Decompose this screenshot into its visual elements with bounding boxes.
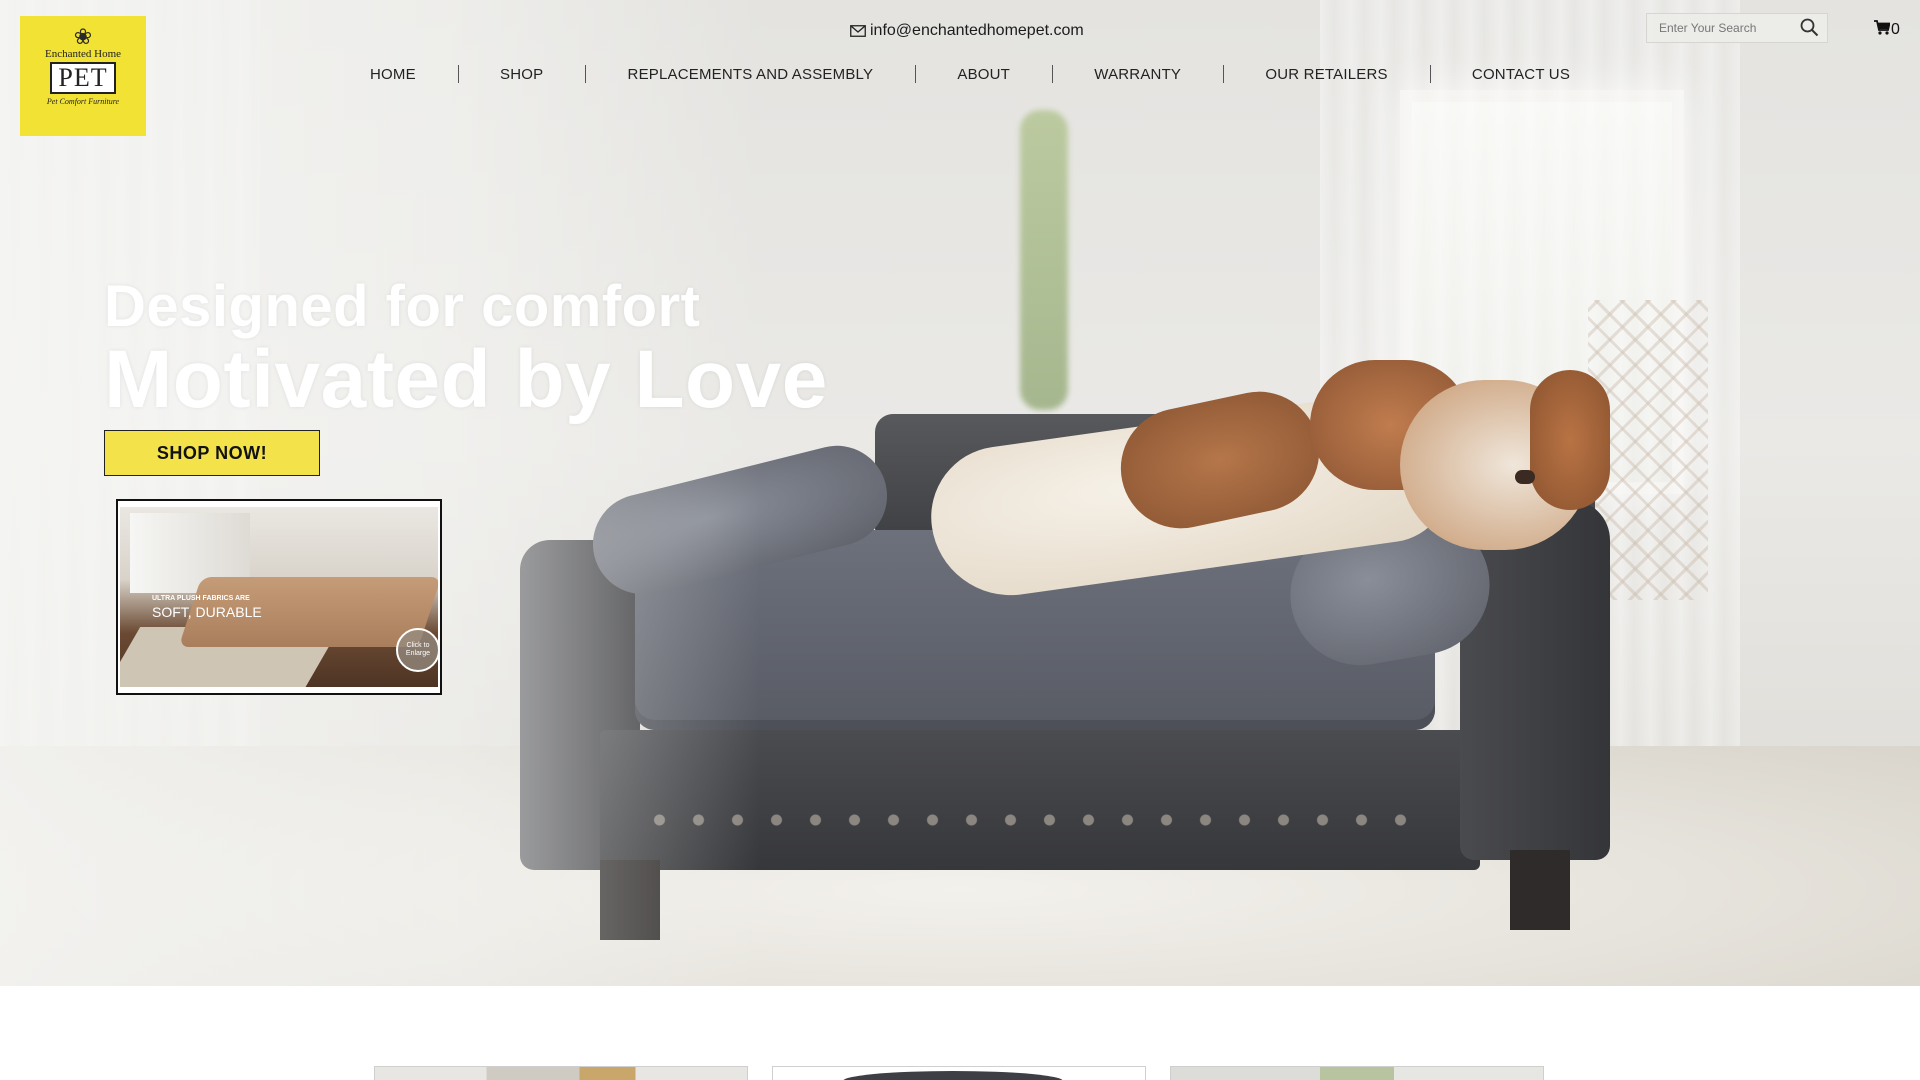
product-image	[843, 1071, 1063, 1080]
logo-brand: PET	[50, 62, 116, 94]
dog-ear	[1530, 370, 1610, 510]
hero-headline-2: Motivated by Love	[104, 334, 828, 425]
nav-item-shop[interactable]: SHOP	[500, 66, 543, 83]
lotus-icon: ❀	[73, 24, 93, 49]
product-card[interactable]	[1170, 1066, 1544, 1080]
nav-item-home[interactable]: HOME	[370, 66, 416, 83]
hero-banner	[0, 0, 1920, 986]
shop-now-button[interactable]: SHOP NOW!	[104, 430, 320, 476]
search-box	[1646, 13, 1828, 43]
video-caption-1: ULTRA PLUSH FABRICS ARE	[152, 595, 250, 602]
cart-button[interactable]: 0	[1874, 19, 1900, 41]
enlarge-button[interactable]: Click to Enlarge	[396, 628, 440, 672]
nav-item-contact[interactable]: CONTACT US	[1472, 66, 1570, 83]
sofa-leg	[1510, 850, 1570, 930]
logo-card: ❀ Enchanted Home PET Pet Comfort Furnitu…	[34, 26, 132, 126]
nav-item-replacements[interactable]: REPLACEMENTS AND ASSEMBLY	[628, 66, 874, 83]
product-card[interactable]	[772, 1066, 1146, 1080]
dog-image	[922, 360, 1630, 630]
site-logo[interactable]: ❀ Enchanted Home PET Pet Comfort Furnitu…	[20, 16, 146, 136]
video-caption-2: SOFT, DURABLE	[152, 604, 262, 620]
cart-icon	[1874, 20, 1891, 40]
hero-overlay	[0, 0, 760, 986]
nav-item-about[interactable]: ABOUT	[957, 66, 1010, 83]
envelope-icon	[850, 25, 866, 37]
search-input[interactable]	[1647, 21, 1811, 35]
video-thumbnail[interactable]: ULTRA PLUSH FABRICS ARE SOFT, DURABLE Cl…	[116, 499, 442, 695]
contact-email[interactable]: info@enchantedhomepet.com	[850, 20, 1084, 42]
dog-nose	[1515, 470, 1535, 484]
main-nav: HOME SHOP REPLACEMENTS AND ASSEMBLY ABOU…	[370, 62, 1570, 86]
nav-item-retailers[interactable]: OUR RETAILERS	[1265, 66, 1387, 83]
logo-line1: Enchanted Home	[44, 48, 122, 60]
cart-count: 0	[1891, 21, 1900, 38]
logo-tagline: Pet Comfort Furniture	[46, 97, 120, 106]
product-card[interactable]	[374, 1066, 748, 1080]
nav-item-warranty[interactable]: WARRANTY	[1094, 66, 1181, 83]
email-text[interactable]: info@enchantedhomepet.com	[870, 22, 1084, 40]
product-cards	[374, 1066, 1546, 1080]
search-icon[interactable]	[1800, 18, 1819, 42]
video-frame: ULTRA PLUSH FABRICS ARE SOFT, DURABLE	[120, 507, 438, 687]
